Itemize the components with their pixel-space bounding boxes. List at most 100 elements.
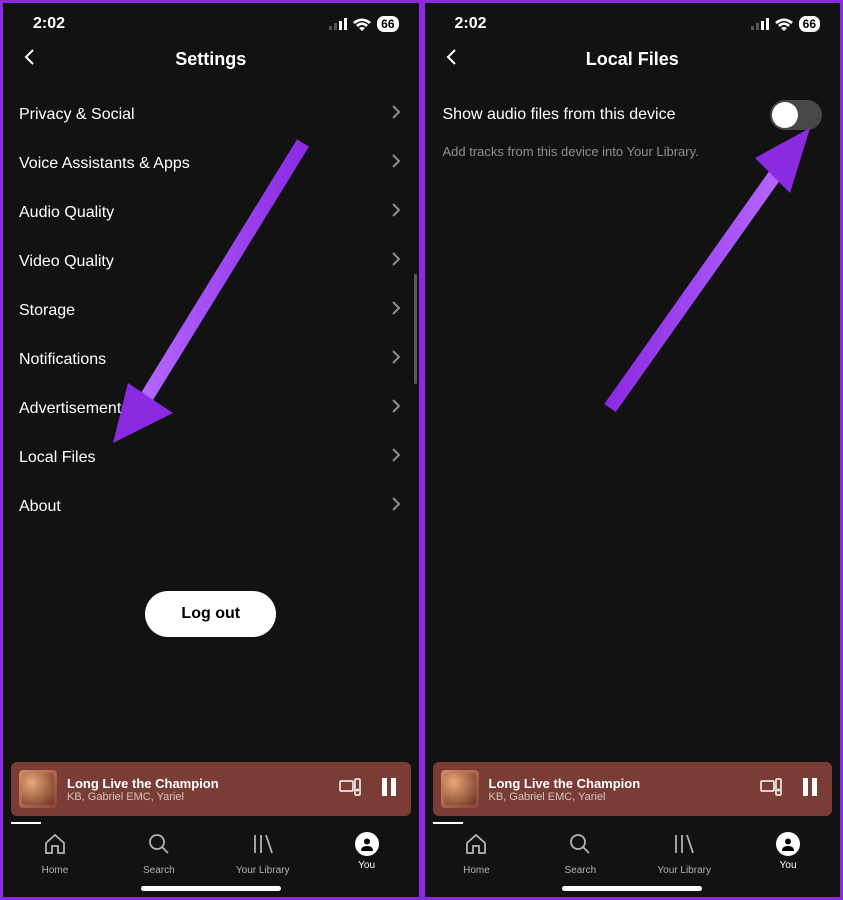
chevron-right-icon (391, 300, 401, 321)
settings-item-local-files[interactable]: Local Files (3, 433, 419, 482)
nav-home[interactable]: Home (3, 832, 107, 876)
show-audio-files-toggle[interactable] (770, 100, 822, 130)
settings-item-label: Local Files (19, 449, 95, 467)
home-indicator[interactable] (562, 886, 702, 891)
track-title: Long Live the Champion (489, 776, 751, 791)
now-playing-bar[interactable]: Long Live the Champion KB, Gabriel EMC, … (433, 762, 833, 816)
nav-label: Your Library (657, 865, 711, 876)
now-playing-bar[interactable]: Long Live the Champion KB, Gabriel EMC, … (11, 762, 411, 816)
settings-item-about[interactable]: About (3, 482, 419, 531)
settings-item-privacy-social[interactable]: Privacy & Social (3, 90, 419, 139)
nav-search[interactable]: Search (107, 832, 211, 876)
home-icon (43, 832, 67, 861)
now-playing-wrap: Long Live the Champion KB, Gabriel EMC, … (425, 762, 841, 824)
nav-label: Home (463, 865, 490, 876)
nav-label: You (358, 860, 375, 871)
nav-you[interactable]: You (315, 832, 419, 876)
status-time: 2:02 (33, 15, 65, 33)
chevron-right-icon (391, 447, 401, 468)
settings-item-label: Audio Quality (19, 204, 114, 222)
settings-item-notifications[interactable]: Notifications (3, 335, 419, 384)
toggle-label: Show audio files from this device (443, 106, 676, 124)
search-icon (147, 832, 171, 861)
header: Local Files (425, 35, 841, 84)
settings-item-label: Notifications (19, 351, 106, 369)
nav-you[interactable]: You (736, 832, 840, 876)
wifi-icon (353, 18, 371, 31)
cellular-signal-icon (751, 18, 769, 30)
logout-button[interactable]: Log out (145, 591, 276, 637)
scroll-indicator (414, 274, 417, 384)
you-icon (355, 832, 379, 856)
page-title: Local Files (443, 49, 823, 70)
settings-item-label: Video Quality (19, 253, 114, 271)
battery-indicator: 66 (799, 16, 820, 32)
settings-item-label: Advertisements (19, 400, 129, 418)
nav-home[interactable]: Home (425, 832, 529, 876)
nav-label: Home (42, 865, 69, 876)
bottom-nav: Home Search Your Library You (425, 824, 841, 880)
cellular-signal-icon (329, 18, 347, 30)
settings-item-advertisements[interactable]: Advertisements (3, 384, 419, 433)
status-time: 2:02 (455, 15, 487, 33)
settings-item-video-quality[interactable]: Video Quality (3, 237, 419, 286)
track-title: Long Live the Champion (67, 776, 329, 791)
now-playing-controls (760, 778, 824, 801)
wifi-icon (775, 18, 793, 31)
track-artist: KB, Gabriel EMC, Yariel (489, 791, 751, 803)
chevron-right-icon (391, 104, 401, 125)
status-bar: 2:02 66 (425, 3, 841, 35)
settings-item-audio-quality[interactable]: Audio Quality (3, 188, 419, 237)
back-button[interactable] (443, 48, 461, 71)
track-info: Long Live the Champion KB, Gabriel EMC, … (67, 776, 329, 803)
nav-label: You (780, 860, 797, 871)
now-playing-controls (339, 778, 403, 801)
nav-label: Search (564, 865, 596, 876)
now-playing-wrap: Long Live the Champion KB, Gabriel EMC, … (3, 762, 419, 824)
status-bar: 2:02 66 (3, 3, 419, 35)
nav-library[interactable]: Your Library (211, 832, 315, 876)
settings-item-voice-assistants[interactable]: Voice Assistants & Apps (3, 139, 419, 188)
playback-progress (433, 822, 463, 824)
pause-icon[interactable] (802, 778, 818, 801)
chevron-right-icon (391, 496, 401, 517)
toggle-row: Show audio files from this device (443, 100, 823, 130)
you-icon (776, 832, 800, 856)
chevron-right-icon (391, 251, 401, 272)
album-art (441, 770, 479, 808)
library-icon (251, 832, 275, 861)
settings-item-label: Voice Assistants & Apps (19, 155, 190, 173)
nav-label: Your Library (236, 865, 290, 876)
phone-settings-screen: 2:02 66 Settings Privacy & Social Voice … (3, 3, 419, 897)
nav-search[interactable]: Search (528, 832, 632, 876)
search-icon (568, 832, 592, 861)
nav-label: Search (143, 865, 175, 876)
settings-item-storage[interactable]: Storage (3, 286, 419, 335)
settings-list[interactable]: Privacy & Social Voice Assistants & Apps… (3, 84, 419, 762)
chevron-right-icon (391, 398, 401, 419)
settings-item-label: Storage (19, 302, 75, 320)
track-artist: KB, Gabriel EMC, Yariel (67, 791, 329, 803)
bottom-nav: Home Search Your Library You (3, 824, 419, 880)
chevron-right-icon (391, 202, 401, 223)
settings-item-label: About (19, 498, 61, 516)
pause-icon[interactable] (381, 778, 397, 801)
devices-icon[interactable] (760, 778, 782, 801)
playback-progress (11, 822, 41, 824)
header: Settings (3, 35, 419, 84)
status-right: 66 (329, 16, 398, 32)
local-files-content: Show audio files from this device Add tr… (425, 84, 841, 762)
devices-icon[interactable] (339, 778, 361, 801)
chevron-right-icon (391, 153, 401, 174)
toggle-knob (772, 102, 798, 128)
page-title: Settings (21, 49, 401, 70)
track-info: Long Live the Champion KB, Gabriel EMC, … (489, 776, 751, 803)
nav-library[interactable]: Your Library (632, 832, 736, 876)
settings-item-label: Privacy & Social (19, 106, 135, 124)
battery-indicator: 66 (377, 16, 398, 32)
album-art (19, 770, 57, 808)
back-button[interactable] (21, 48, 39, 71)
home-icon (464, 832, 488, 861)
home-indicator[interactable] (141, 886, 281, 891)
library-icon (672, 832, 696, 861)
